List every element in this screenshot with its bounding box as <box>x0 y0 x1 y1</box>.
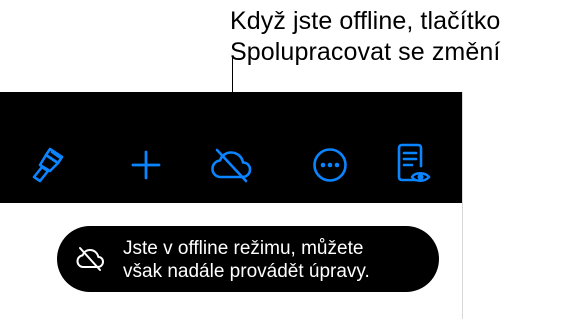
screen-edge <box>462 92 463 319</box>
callout-annotation: Když jste offline, tlačítko Spolupracova… <box>230 6 566 68</box>
screenshot-stage: Když jste offline, tlačítko Spolupracova… <box>0 0 567 319</box>
cloud-offline-icon <box>211 148 252 183</box>
reading-view-button[interactable] <box>388 141 436 189</box>
offline-toast: Jste v offline režimu, můžete však nadál… <box>57 226 439 292</box>
ellipsis-circle-icon <box>313 148 347 182</box>
callout-line-1: Když jste offline, tlačítko <box>230 7 501 35</box>
more-button[interactable] <box>306 141 354 189</box>
collaborate-button[interactable] <box>207 141 255 189</box>
plus-icon <box>131 150 161 180</box>
toast-line-2: však nadále provádět úpravy. <box>123 261 370 282</box>
paintbrush-icon <box>32 147 64 183</box>
document-eye-icon <box>397 143 431 182</box>
insert-button[interactable] <box>122 141 170 189</box>
format-button[interactable] <box>24 141 72 189</box>
toast-line-1: Jste v offline režimu, můžete <box>123 238 364 259</box>
toast-message: Jste v offline režimu, můžete však nadál… <box>123 237 370 283</box>
cloud-offline-icon <box>76 247 104 271</box>
callout-line-2: Spolupracovat se změní <box>230 38 501 66</box>
